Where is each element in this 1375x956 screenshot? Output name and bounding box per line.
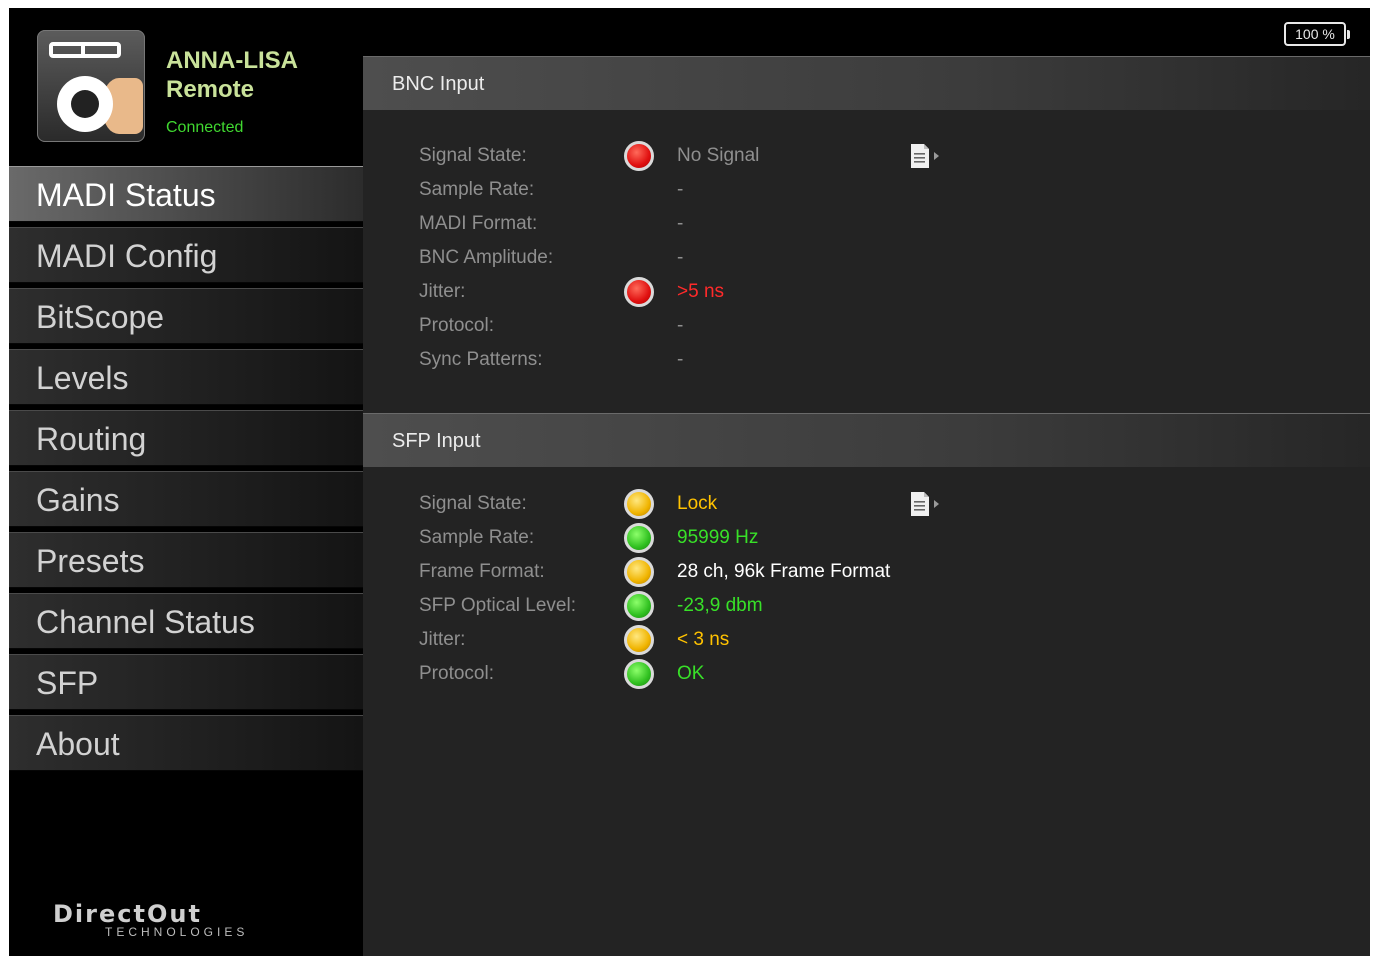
sfp-frame-format-label: Frame Format:	[419, 561, 545, 582]
bnc-sample-rate-label: Sample Rate:	[419, 179, 535, 200]
bnc-section-header: BNC Input	[363, 56, 1370, 110]
sfp-optical-level-value: -23,9 dbm	[677, 595, 763, 616]
connection-status: Connected	[166, 119, 244, 136]
nav-item-gains[interactable]: Gains	[9, 471, 363, 527]
bnc-jitter-value: >5 ns	[677, 281, 725, 302]
bnc-row-jitter: Jitter: >5 ns	[363, 275, 1370, 309]
nav-item-presets[interactable]: Presets	[9, 532, 363, 588]
sfp-row-protocol: Protocol: OK	[363, 657, 1370, 691]
bnc-sample-rate-value: -	[677, 179, 684, 200]
bnc-amplitude-value: -	[677, 247, 684, 268]
battery-level: 100 %	[1295, 26, 1335, 42]
sfp-optical-level-led	[624, 591, 654, 621]
bnc-amplitude-label: BNC Amplitude:	[419, 247, 554, 268]
bnc-row-sync-patterns: Sync Patterns: -	[363, 343, 1370, 377]
sfp-report-icon[interactable]	[909, 491, 943, 517]
sfp-sample-rate-label: Sample Rate:	[419, 527, 535, 548]
bnc-signal-state-led	[624, 141, 654, 171]
sfp-row-optical-level: SFP Optical Level: -23,9 dbm	[363, 589, 1370, 623]
sfp-row-sample-rate: Sample Rate: 95999 Hz	[363, 521, 1370, 555]
bnc-madi-format-label: MADI Format:	[419, 213, 538, 234]
sfp-jitter-led	[624, 625, 654, 655]
device-screen: 100 % ANNA-LISA Remote Connected MADI St…	[9, 8, 1370, 956]
app-title: ANNA-LISA Remote	[166, 46, 298, 104]
bnc-protocol-label: Protocol:	[419, 315, 494, 336]
bnc-madi-format-value: -	[677, 213, 684, 234]
sfp-signal-state-led	[624, 489, 654, 519]
brand-wordmark: DirectOut	[53, 900, 202, 928]
nav-item-madi-status[interactable]: MADI Status	[9, 166, 363, 222]
nav-item-sfp[interactable]: SFP	[9, 654, 363, 710]
bnc-row-signal-state: Signal State: No Signal	[363, 139, 1370, 173]
brand-logo: DirectOut TECHNOLOGIES	[53, 902, 263, 938]
bnc-row-madi-format: MADI Format: -	[363, 207, 1370, 241]
sfp-protocol-value: OK	[677, 663, 705, 684]
nav-item-madi-config[interactable]: MADI Config	[9, 227, 363, 283]
sfp-protocol-led	[624, 659, 654, 689]
bnc-sync-patterns-value: -	[677, 349, 684, 370]
bnc-row-amplitude: BNC Amplitude: -	[363, 241, 1370, 275]
sfp-row-signal-state: Signal State: Lock	[363, 487, 1370, 521]
app-title-line1: ANNA-LISA	[166, 47, 298, 74]
bnc-jitter-led	[624, 277, 654, 307]
nav-item-channel-status[interactable]: Channel Status	[9, 593, 363, 649]
status-panel: BNC Input Signal State: No Signal Sample…	[363, 56, 1370, 956]
sfp-sample-rate-led	[624, 523, 654, 553]
bnc-sync-patterns-label: Sync Patterns:	[419, 349, 543, 370]
nav-item-routing[interactable]: Routing	[9, 410, 363, 466]
nav-item-about[interactable]: About	[9, 715, 363, 771]
sidebar-nav: MADI Status MADI Config BitScope Levels …	[9, 166, 363, 776]
sfp-row-frame-format: Frame Format: 28 ch, 96k Frame Format	[363, 555, 1370, 589]
sfp-frame-format-value: 28 ch, 96k Frame Format	[677, 561, 891, 582]
brand-tagline: TECHNOLOGIES	[105, 925, 249, 939]
sfp-sample-rate-value: 95999 Hz	[677, 527, 759, 548]
sfp-optical-level-label: SFP Optical Level:	[419, 595, 577, 616]
sfp-frame-format-led	[624, 557, 654, 587]
app-logo-icon	[37, 30, 145, 142]
bnc-row-protocol: Protocol: -	[363, 309, 1370, 343]
bnc-protocol-value: -	[677, 315, 684, 336]
bnc-jitter-label: Jitter:	[419, 281, 466, 302]
bnc-signal-state-label: Signal State:	[419, 145, 527, 166]
sfp-signal-state-value: Lock	[677, 493, 718, 514]
sfp-jitter-value: < 3 ns	[677, 629, 730, 650]
bnc-signal-state-value: No Signal	[677, 145, 760, 166]
sfp-row-jitter: Jitter: < 3 ns	[363, 623, 1370, 657]
sfp-jitter-label: Jitter:	[419, 629, 466, 650]
nav-item-bitscope[interactable]: BitScope	[9, 288, 363, 344]
sfp-section-header: SFP Input	[363, 413, 1370, 467]
sfp-protocol-label: Protocol:	[419, 663, 494, 684]
app-title-line2: Remote	[166, 76, 255, 103]
bnc-report-icon[interactable]	[909, 143, 943, 169]
nav-item-levels[interactable]: Levels	[9, 349, 363, 405]
battery-indicator: 100 %	[1284, 22, 1350, 46]
bnc-row-sample-rate: Sample Rate: -	[363, 173, 1370, 207]
sfp-signal-state-label: Signal State:	[419, 493, 527, 514]
